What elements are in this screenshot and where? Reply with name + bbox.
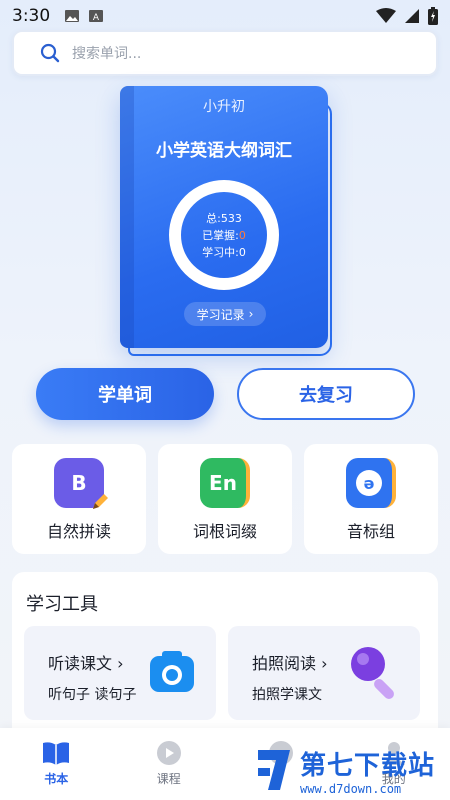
feature-phonetic-label: 音标组 [346,522,395,541]
study-tools-section: 学习工具 听读课文 › 听句子 读句子 拍照阅读 › 拍照学课文 [12,572,438,742]
watermark-url: www.d7down.com [300,781,402,796]
watermark-text: 第七下载站 www.d7down.com [300,745,435,796]
play-circle-icon [156,741,181,765]
phonics-icon-letter: B [71,471,87,495]
word-root-book-icon: En [200,458,250,508]
phonetic-book-icon: ə [346,458,396,508]
pencil-icon [93,494,108,509]
site-watermark: 第七下载站 www.d7down.com [254,740,450,800]
book-title: 小学英语大纲词汇 [156,141,292,161]
learning-count: 学习中:0 [202,245,246,259]
progress-ring: 总:533 已掌握:0 学习中:0 [169,180,279,290]
svg-text:A: A [93,13,100,23]
phonetic-icon-letter: ə [356,470,382,496]
tool-listen-read-subtitle: 听句子 读句子 [48,687,137,703]
study-record-button[interactable]: 学习记录 › [184,302,266,326]
tool-listen-read[interactable]: 听读课文 › 听句子 读句子 [24,626,216,720]
tab-courses-label: 课程 [156,772,181,786]
tool-listen-read-title: 听读课文 › [48,650,124,674]
chevron-right-icon: › [117,654,124,673]
app-notification-icon: A [89,10,104,23]
status-bar: 3:30 A [0,0,450,32]
tool-photo-read[interactable]: 拍照阅读 › 拍照学课文 [228,626,420,720]
tab-books-label: 书本 [44,772,69,786]
status-time: 3:30 [12,6,51,26]
mastered-value: 0 [238,228,246,242]
tab-books[interactable]: 书本 [0,728,113,800]
book-grade: 小升初 [203,99,245,115]
tool-photo-read-subtitle: 拍照学课文 [252,687,322,703]
book-spine [120,86,134,348]
review-button[interactable]: 去复习 [237,368,415,420]
tab-courses[interactable]: 课程 [113,728,226,800]
image-notification-icon [65,10,80,22]
word-root-icon-letter: En [209,471,237,495]
tool-photo-read-title: 拍照阅读 › [252,650,328,674]
chevron-right-icon: › [321,654,328,673]
feature-phonics-label: 自然拼读 [46,522,111,541]
mastered-label: 已掌握: [202,228,239,242]
study-record-label: 学习记录 [196,307,245,322]
total-count: 总:533 [206,211,242,225]
feature-word-root[interactable]: En 词根词缀 [158,444,292,554]
book-tab-icon [43,742,70,765]
tool-listen-read-title-text: 听读课文 [48,654,113,673]
feature-word-root-label: 词根词缀 [192,522,257,541]
mastered-count: 已掌握:0 [202,227,246,244]
search-bar[interactable]: 搜索单词... [12,30,438,76]
search-icon [40,43,60,63]
battery-icon [428,7,438,25]
watermark-title: 第七下载站 [300,750,436,781]
feature-phonetic[interactable]: ə 音标组 [304,444,438,554]
signal-icon [405,9,419,23]
vocabulary-book[interactable]: 小升初 小学英语大纲词汇 总:533 已掌握:0 学习中:0 学习记录 › [120,86,332,356]
study-tools-title: 学习工具 [26,594,98,615]
magnifier-icon [351,647,394,699]
phonics-book-icon: B [54,458,108,509]
tool-photo-read-title-text: 拍照阅读 [252,654,317,673]
camera-icon [150,651,194,692]
learn-words-button[interactable]: 学单词 [36,368,214,420]
feature-phonics[interactable]: B 自然拼读 [12,444,146,554]
watermark-logo-icon [258,750,290,790]
wifi-icon [376,8,396,23]
chevron-right-icon: › [248,307,254,321]
search-placeholder: 搜索单词... [72,46,142,62]
